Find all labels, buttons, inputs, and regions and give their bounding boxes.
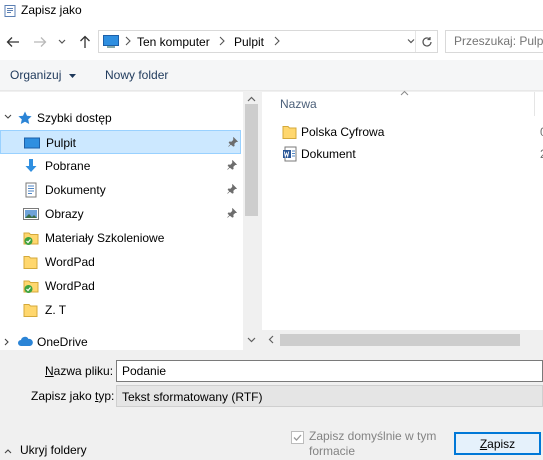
file-name: Polska Cyfrowa: [301, 125, 385, 139]
checkmark-icon: [293, 434, 302, 441]
cloud-icon: [18, 336, 33, 346]
nav-item-pulpit[interactable]: Pulpit: [0, 130, 241, 154]
desktop-folder-icon: [24, 137, 40, 149]
nav-item-label: Dokumenty: [45, 183, 106, 197]
scroll-up-arrow-icon[interactable]: [247, 96, 256, 102]
name-column-header[interactable]: Nazwa: [262, 90, 534, 116]
synced-folder-icon: [23, 280, 39, 293]
window-title: Zapisz jako: [21, 3, 82, 17]
dialog-footer: Ukryj foldery Zapisz domyślnie w tym for…: [0, 415, 543, 460]
filetype-label: Zapisz jako typ:: [31, 389, 115, 403]
search-box[interactable]: [445, 30, 543, 53]
pin-icon[interactable]: [227, 160, 237, 170]
onedrive-label: OneDrive: [37, 335, 88, 349]
quick-access-label: Szybki dostęp: [37, 111, 112, 125]
nav-item-wordpad[interactable]: WordPad: [0, 250, 241, 274]
file-row-polska-cyfrowa[interactable]: Polska Cyfrowa 0: [278, 121, 543, 143]
back-button[interactable]: [4, 33, 22, 51]
pin-icon[interactable]: [228, 137, 238, 147]
navigation-pane-scrollbar[interactable]: [243, 92, 260, 350]
documents-folder-icon: [25, 182, 37, 198]
column-divider[interactable]: [534, 92, 535, 116]
synced-folder-icon: [23, 232, 39, 245]
chevron-right-icon[interactable]: [4, 338, 10, 346]
column-header-name: Nazwa: [280, 97, 317, 111]
scrollbar-thumb[interactable]: [245, 104, 258, 216]
nav-item-materialy-szkoleniowe[interactable]: Materiały Szkoleniowe: [0, 226, 241, 250]
nav-item-wordpad-synced[interactable]: WordPad: [0, 274, 241, 298]
navigation-pane: Szybki dostęp Pulpit Pobrane Dokumenty O…: [0, 92, 260, 350]
file-name: Dokument: [301, 147, 356, 161]
file-row-dokument[interactable]: Dokument 2: [278, 143, 543, 165]
onedrive-header[interactable]: OneDrive: [0, 330, 241, 350]
up-arrow-icon: [80, 35, 90, 48]
nav-item-zt[interactable]: Z. T: [0, 298, 241, 322]
nav-item-label: Z. T: [45, 303, 67, 317]
filetype-select[interactable]: Tekst sformatowany (RTF): [116, 385, 543, 407]
chevron-down-icon: [58, 39, 66, 44]
chevron-right-icon: [274, 36, 280, 46]
folder-icon: [23, 304, 38, 317]
filetype-value: Tekst sformatowany (RTF): [122, 390, 263, 404]
star-icon: [18, 111, 32, 124]
nav-item-label: WordPad: [45, 279, 95, 293]
caret-down-icon: [68, 73, 76, 78]
address-bar[interactable]: Ten komputer Pulpit: [98, 30, 438, 53]
folder-icon: [23, 256, 38, 269]
filename-input[interactable]: [122, 364, 532, 378]
download-arrow-icon: [25, 159, 37, 172]
default-format-label: Zapisz domyślnie w tym formacie: [309, 429, 437, 458]
refresh-icon: [421, 36, 432, 47]
pin-icon[interactable]: [227, 208, 237, 218]
nav-item-dokumenty[interactable]: Dokumenty: [0, 178, 241, 202]
chevron-up-icon: [4, 449, 12, 454]
quick-access-header[interactable]: Szybki dostęp: [0, 106, 241, 130]
scroll-left-arrow-icon[interactable]: [268, 335, 274, 344]
filename-label: Nazwa pliku:: [45, 364, 114, 378]
pin-icon[interactable]: [227, 184, 237, 194]
chevron-down-icon[interactable]: [4, 114, 12, 120]
command-bar: Organizuj Nowy folder: [0, 60, 543, 91]
breadcrumb-this-pc[interactable]: Ten komputer: [137, 35, 210, 49]
nav-item-label: Pulpit: [46, 136, 77, 150]
hide-folders-label: Ukryj foldery: [20, 443, 87, 457]
chevron-right-icon: [219, 36, 225, 46]
nav-item-label: Materiały Szkoleniowe: [45, 231, 165, 245]
nav-item-label: WordPad: [45, 255, 95, 269]
save-button[interactable]: Zapisz: [454, 432, 541, 455]
organize-menu-button[interactable]: Organizuj: [10, 68, 76, 82]
recent-locations-button[interactable]: [56, 33, 68, 51]
file-list-pane: Nazwa Polska Cyfrowa 0 Dokument 2: [262, 90, 543, 350]
nav-item-pobrane[interactable]: Pobrane: [0, 154, 241, 178]
refresh-button[interactable]: [415, 31, 437, 52]
forward-button[interactable]: [31, 33, 49, 51]
back-arrow-icon: [6, 37, 19, 47]
hide-folders-button[interactable]: Ukryj foldery: [4, 443, 87, 457]
sort-ascending-icon: [400, 90, 409, 96]
default-format-checkbox[interactable]: [291, 431, 304, 444]
file-pane-horizontal-scrollbar[interactable]: [262, 330, 543, 350]
nav-item-label: Obrazy: [45, 207, 84, 221]
forward-arrow-icon: [34, 37, 47, 47]
organize-label: Organizuj: [10, 68, 62, 82]
title-bar: Zapisz jako: [0, 0, 543, 24]
breadcrumb-desktop[interactable]: Pulpit: [234, 35, 264, 49]
nav-item-label: Pobrane: [45, 159, 91, 173]
computer-icon: [103, 35, 119, 48]
scroll-down-arrow-icon[interactable]: [247, 337, 256, 343]
pictures-folder-icon: [23, 208, 39, 220]
address-dropdown-icon[interactable]: [407, 37, 415, 45]
filename-field[interactable]: [116, 360, 543, 382]
nav-item-obrazy[interactable]: Obrazy: [0, 202, 241, 226]
search-input[interactable]: [454, 34, 543, 48]
chevron-right-icon: [125, 36, 131, 46]
scrollbar-thumb[interactable]: [280, 334, 520, 346]
app-icon: [4, 5, 16, 17]
new-folder-button[interactable]: Nowy folder: [105, 68, 168, 82]
word-document-icon: [283, 146, 297, 162]
folder-icon: [282, 126, 297, 139]
up-button[interactable]: [76, 33, 94, 51]
